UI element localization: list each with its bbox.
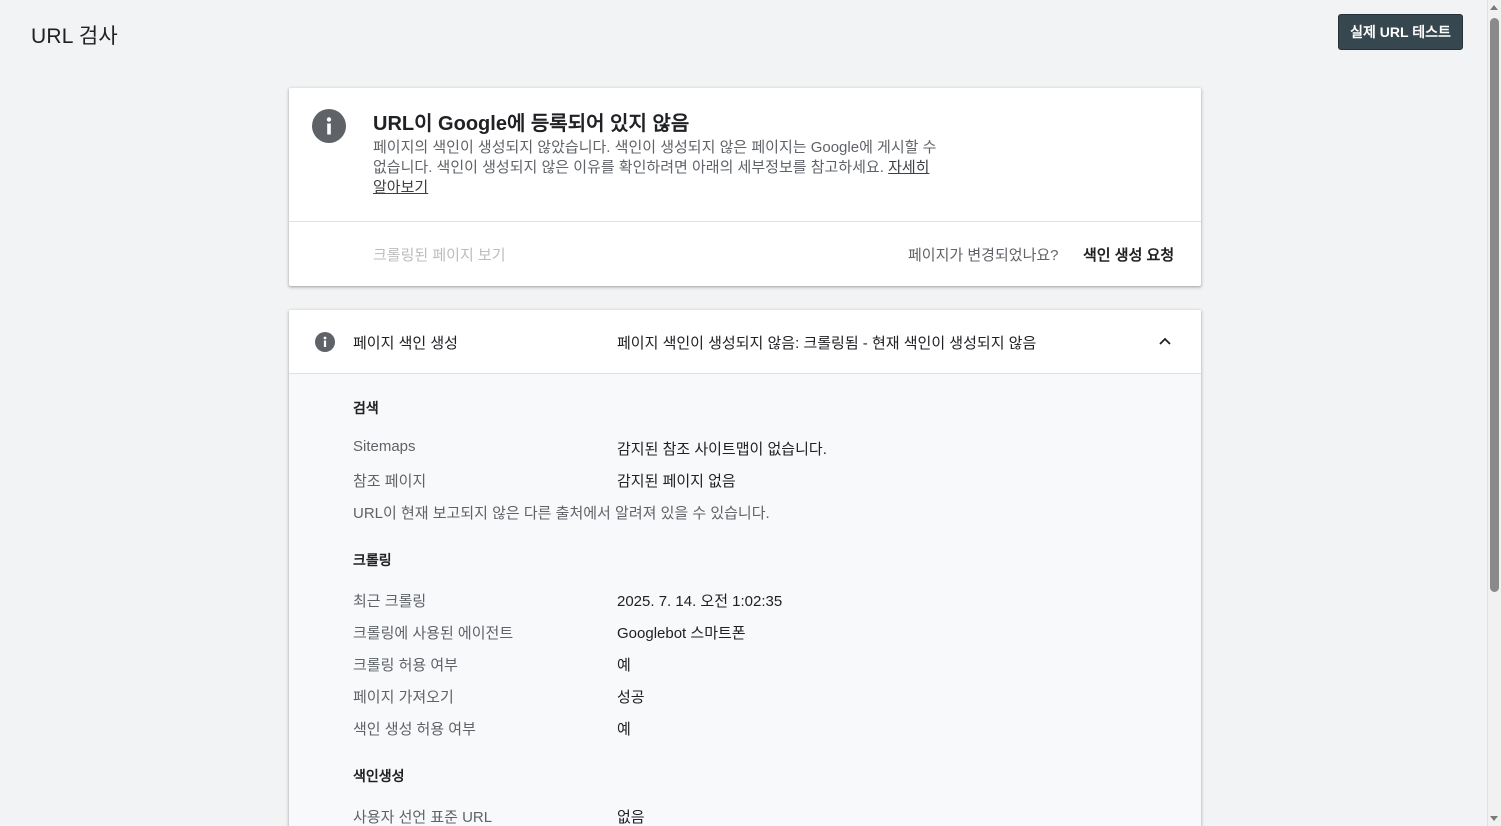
url-inspection-page: URL 검사 실제 URL 테스트 URL이 Google에 등록되어 있지 않… [0, 0, 1501, 826]
scroll-down-arrow-icon[interactable] [1490, 816, 1498, 821]
last-crawl-label: 최근 크롤링 [353, 593, 427, 610]
page-fetch-value: 성공 [617, 689, 645, 706]
user-canonical-label: 사용자 선언 표준 URL [353, 809, 493, 826]
indexing-allowed-label: 색인 생성 허용 여부 [353, 721, 476, 738]
referring-page-value: 감지된 페이지 없음 [617, 473, 736, 490]
crawl-allowed-label: 크롤링 허용 여부 [353, 657, 458, 674]
sitemaps-label: Sitemaps [353, 438, 416, 455]
discovery-note: URL이 현재 보고되지 않은 다른 출처에서 알려져 있을 수 있습니다. [353, 505, 770, 522]
crawl-agent-value: Googlebot 스마트폰 [617, 625, 746, 642]
status-title: URL이 Google에 등록되어 있지 않음 [373, 113, 690, 135]
page-indexing-label: 페이지 색인 생성 [353, 335, 458, 352]
vertical-scrollbar[interactable] [1487, 0, 1501, 826]
crawl-agent-label: 크롤링에 사용된 에이전트 [353, 625, 514, 642]
scrollbar-thumb[interactable] [1490, 18, 1499, 592]
card-divider [289, 221, 1201, 222]
section-heading-crawl: 크롤링 [353, 552, 392, 568]
user-canonical-value: 없음 [617, 809, 645, 826]
scroll-up-arrow-icon[interactable] [1490, 5, 1498, 10]
page-changed-question: 페이지가 변경되었나요? [908, 247, 1059, 264]
info-icon [315, 332, 335, 352]
referring-page-label: 참조 페이지 [353, 473, 427, 490]
index-status-card: URL이 Google에 등록되어 있지 않음 페이지의 색인이 생성되지 않았… [289, 88, 1201, 286]
view-crawled-page-link: 크롤링된 페이지 보기 [373, 247, 506, 264]
sitemaps-value: 감지된 참조 사이트맵이 없습니다. [617, 441, 827, 458]
live-url-test-button[interactable]: 실제 URL 테스트 [1338, 14, 1463, 50]
section-heading-indexing: 색인생성 [353, 768, 405, 784]
page-indexing-panel-header[interactable]: 페이지 색인 생성 페이지 색인이 생성되지 않음: 크롤링됨 - 현재 색인이… [289, 310, 1201, 374]
last-crawl-value: 2025. 7. 14. 오전 1:02:35 [617, 593, 783, 610]
page-title: URL 검사 [31, 25, 118, 48]
page-indexing-status: 페이지 색인이 생성되지 않음: 크롤링됨 - 현재 색인이 생성되지 않음 [617, 335, 1037, 352]
page-indexing-panel: 페이지 색인 생성 페이지 색인이 생성되지 않음: 크롤링됨 - 현재 색인이… [289, 310, 1201, 826]
indexing-allowed-value: 예 [617, 721, 631, 738]
status-description-text: 페이지의 색인이 생성되지 않았습니다. 색인이 생성되지 않은 페이지는 Go… [373, 139, 937, 176]
crawl-allowed-value: 예 [617, 657, 631, 674]
info-icon [312, 109, 346, 143]
chevron-up-icon[interactable] [1158, 334, 1172, 348]
page-fetch-label: 페이지 가져오기 [353, 689, 454, 706]
status-description: 페이지의 색인이 생성되지 않았습니다. 색인이 생성되지 않은 페이지는 Go… [373, 138, 941, 198]
section-heading-search: 검색 [353, 400, 379, 416]
request-indexing-button[interactable]: 색인 생성 요청 [1083, 244, 1174, 265]
